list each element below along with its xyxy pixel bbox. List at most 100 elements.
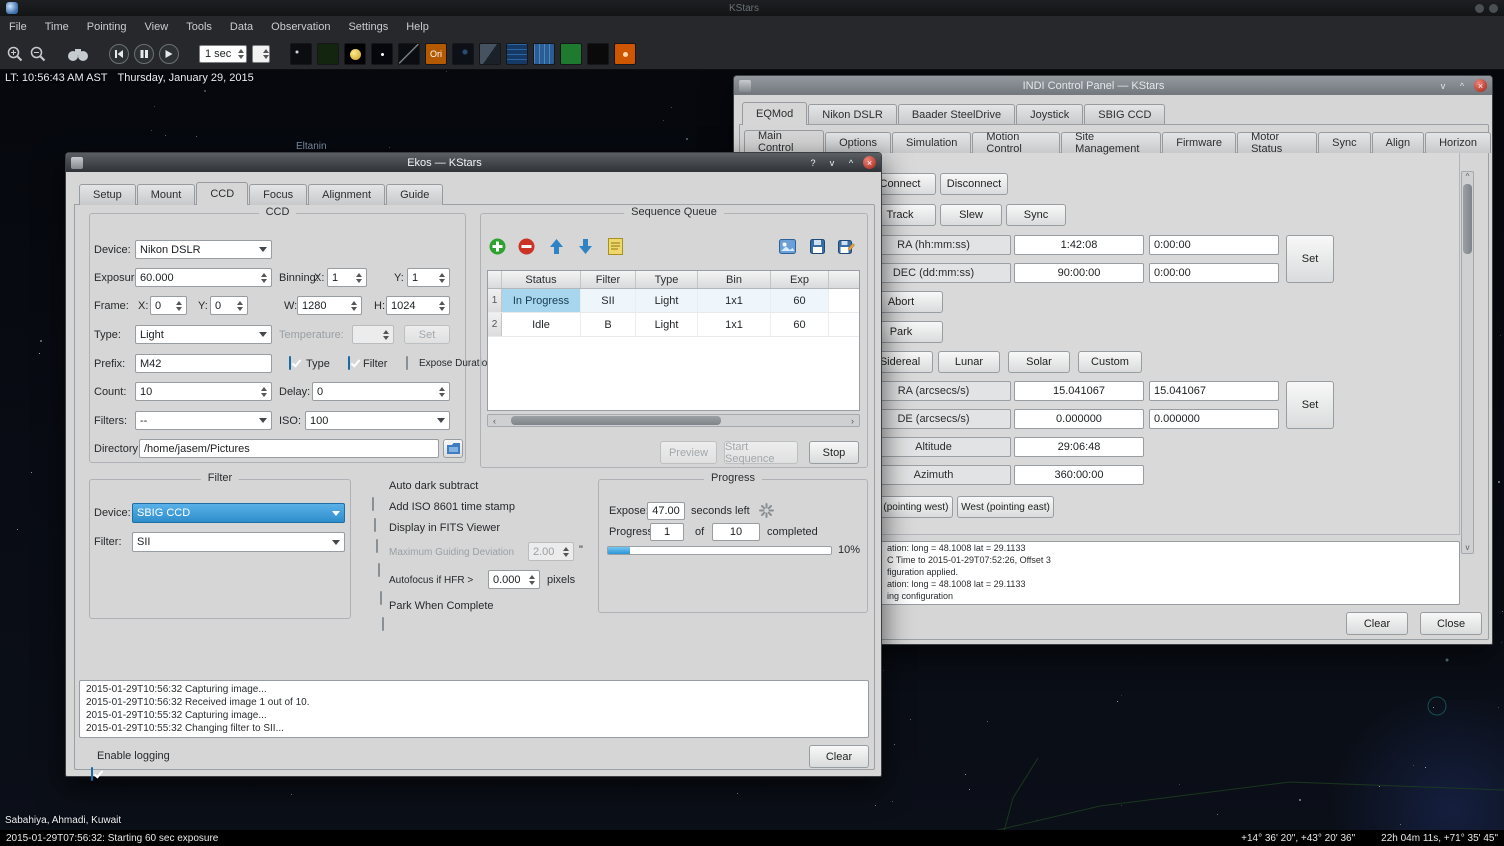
browse-directory-button[interactable]	[443, 439, 463, 458]
minimize-icon[interactable]	[1475, 4, 1484, 13]
column-filter[interactable]: Filter	[581, 271, 636, 288]
cell-status[interactable]: In Progress	[502, 289, 581, 312]
cell-filter[interactable]: B	[581, 313, 636, 336]
column-status[interactable]: Status	[502, 271, 581, 288]
tab-align[interactable]: Align	[1372, 132, 1424, 153]
menu-file[interactable]: File	[0, 16, 36, 38]
close-icon[interactable]	[1489, 4, 1498, 13]
remove-job-button[interactable]	[518, 238, 535, 255]
tab-nikon-dslr[interactable]: Nikon DSLR	[808, 104, 897, 125]
queue-horizontal-scrollbar[interactable]: ‹ ›	[487, 414, 860, 427]
rollup-icon[interactable]: v	[825, 156, 839, 170]
fits-viewer-checkbox[interactable]	[376, 539, 378, 553]
rolldown-icon[interactable]: ^	[844, 156, 858, 170]
directory-input[interactable]: /home/jasem/Pictures	[139, 439, 439, 458]
cell-type[interactable]: Light	[636, 313, 698, 336]
sky-view-toggle-button[interactable]	[533, 43, 555, 65]
indi-close-button[interactable]: Close	[1420, 612, 1482, 635]
tab-sbig-ccd[interactable]: SBIG CCD	[1084, 104, 1165, 125]
spinner-arrows[interactable]	[261, 273, 267, 283]
menu-time[interactable]: Time	[36, 16, 78, 38]
scroll-up-icon[interactable]: ^	[1462, 172, 1473, 182]
zoom-in-button[interactable]	[6, 45, 24, 63]
tab-mount[interactable]: Mount	[137, 184, 196, 205]
sky-view-toggle-button[interactable]	[398, 43, 420, 65]
sky-view-toggle-button[interactable]	[290, 43, 312, 65]
exposure-input[interactable]: 60.000	[135, 268, 272, 287]
tab-setup[interactable]: Setup	[79, 184, 136, 205]
menu-observation[interactable]: Observation	[262, 16, 339, 38]
iso8601-checkbox[interactable]	[374, 518, 376, 532]
timestep-unit-stepper[interactable]	[252, 45, 270, 63]
spinner-arrows[interactable]	[261, 387, 267, 397]
queue-script-button[interactable]	[607, 238, 624, 255]
sky-view-toggle-button[interactable]	[587, 43, 609, 65]
cell-exp[interactable]: 60	[771, 289, 829, 312]
stop-button[interactable]: Stop	[809, 441, 859, 464]
table-row[interactable]: 1 In Progress SII Light 1x1 60	[488, 289, 859, 313]
tab-options[interactable]: Options	[825, 132, 891, 153]
sky-view-toggle-button[interactable]	[506, 43, 528, 65]
filter-checkbox[interactable]	[348, 356, 350, 370]
time-forward-button[interactable]	[159, 44, 179, 64]
solar-rate-button[interactable]: Solar	[1008, 351, 1070, 373]
spinner-arrows[interactable]	[176, 301, 182, 311]
ccd-device-select[interactable]: Nikon DSLR	[135, 240, 272, 259]
frame-w-input[interactable]: 1280	[297, 296, 362, 315]
expose-duration-checkbox[interactable]	[406, 356, 408, 370]
autofocus-hfr-input[interactable]: 0.000	[488, 570, 540, 589]
frame-type-select[interactable]: Light	[135, 325, 272, 344]
column-exp[interactable]: Exp	[771, 271, 829, 288]
move-job-up-button[interactable]	[548, 238, 565, 255]
auto-dark-subtract-checkbox[interactable]	[372, 497, 374, 511]
pier-west-button[interactable]: West (pointing east)	[957, 496, 1054, 518]
cell-bin[interactable]: 1x1	[698, 289, 771, 312]
disconnect-button[interactable]: Disconnect	[940, 173, 1008, 195]
tab-horizon[interactable]: Horizon	[1425, 132, 1491, 153]
help-icon[interactable]: ?	[806, 156, 820, 170]
spinner-arrows[interactable]	[439, 387, 445, 397]
ra-target-input[interactable]: 0:00:00	[1149, 235, 1279, 255]
menu-data[interactable]: Data	[221, 16, 262, 38]
sky-view-toggle-button[interactable]	[371, 43, 393, 65]
zoom-out-button[interactable]	[29, 45, 47, 63]
autofocus-hfr-checkbox[interactable]	[380, 591, 382, 605]
delay-input[interactable]: 0	[312, 382, 450, 401]
park-when-complete-checkbox[interactable]	[382, 617, 384, 631]
filter-device-select[interactable]: SBIG CCD	[132, 503, 345, 523]
custom-rate-button[interactable]: Custom	[1078, 351, 1142, 373]
spinner-arrows[interactable]	[356, 273, 362, 283]
save-queue-button[interactable]	[809, 238, 826, 255]
dec-target-input[interactable]: 0:00:00	[1149, 263, 1279, 283]
count-input[interactable]: 10	[135, 382, 272, 401]
tab-baader-steeldrive[interactable]: Baader SteelDrive	[898, 104, 1015, 125]
indi-vertical-scrollbar[interactable]: ^ v	[1461, 171, 1474, 554]
scrollbar-thumb[interactable]	[1463, 184, 1472, 254]
indi-clear-button[interactable]: Clear	[1346, 612, 1408, 635]
cell-type[interactable]: Light	[636, 289, 698, 312]
scroll-left-icon[interactable]: ‹	[488, 416, 501, 426]
ekos-log[interactable]: 2015-01-29T10:56:32 Capturing image... 2…	[79, 680, 869, 738]
tab-simulation[interactable]: Simulation	[892, 132, 971, 153]
cell-exp[interactable]: 60	[771, 313, 829, 336]
bin-x-input[interactable]: 1	[327, 268, 367, 287]
time-stop-button[interactable]	[134, 44, 154, 64]
ra-rate-target-input[interactable]: 15.041067	[1149, 381, 1279, 401]
moon-view-button[interactable]	[344, 43, 366, 65]
scrollbar-thumb[interactable]	[511, 416, 721, 425]
column-type[interactable]: Type	[636, 271, 698, 288]
rollup-icon[interactable]: v	[1436, 79, 1450, 93]
time-step-back-button[interactable]	[109, 44, 129, 64]
enable-logging-checkbox[interactable]	[91, 767, 93, 781]
iso-select[interactable]: 100	[305, 411, 450, 430]
cell-filter[interactable]: SII	[581, 289, 636, 312]
add-job-button[interactable]	[489, 238, 506, 255]
slew-button[interactable]: Slew	[940, 204, 1002, 226]
tab-motor-status[interactable]: Motor Status	[1237, 132, 1317, 153]
menu-view[interactable]: View	[136, 16, 178, 38]
indi-titlebar[interactable]: INDI Control Panel — KStars v ^ ×	[734, 76, 1492, 95]
cell-status[interactable]: Idle	[502, 313, 581, 336]
sky-view-toggle-button[interactable]	[614, 43, 636, 65]
tab-joystick[interactable]: Joystick	[1016, 104, 1083, 125]
cell-bin[interactable]: 1x1	[698, 313, 771, 336]
